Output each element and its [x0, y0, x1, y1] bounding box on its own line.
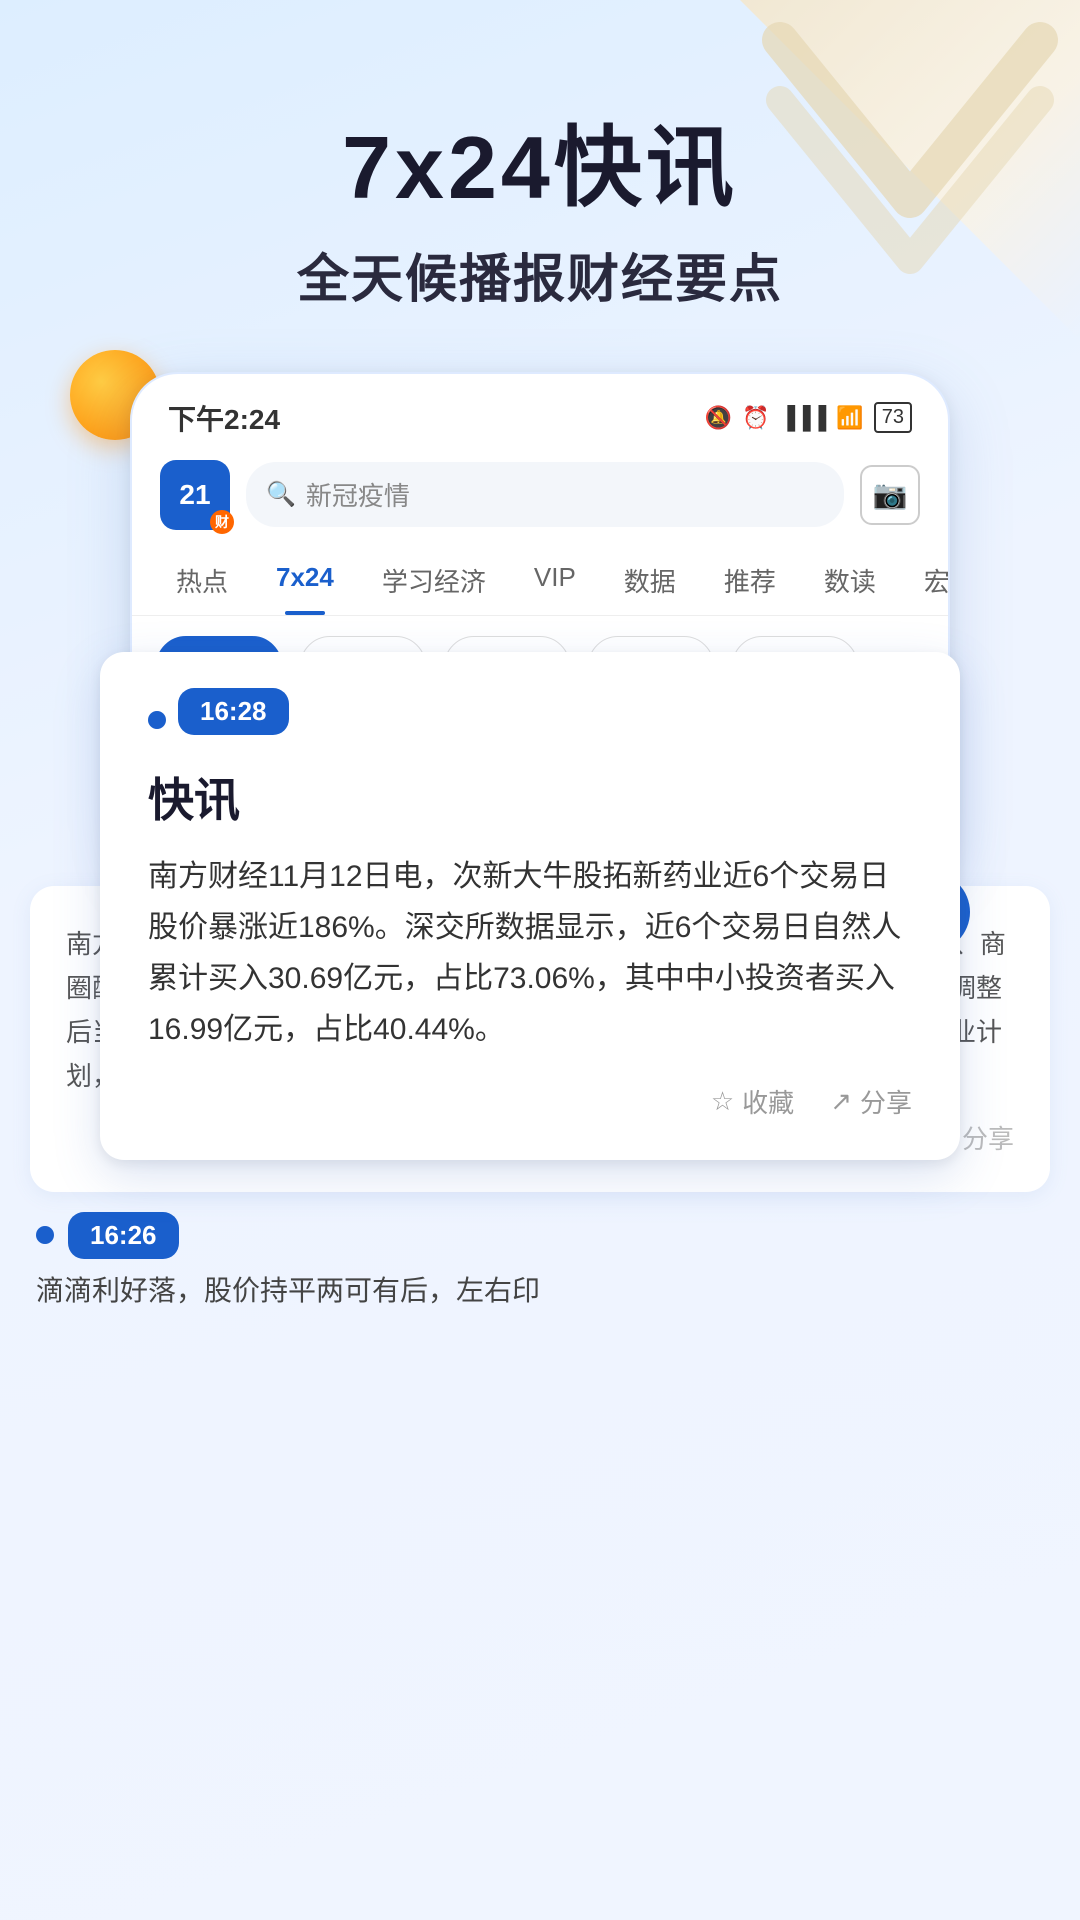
news-card: 16:28 快讯 南方财经11月12日电，次新大牛股拓新药业近6个交易日股价暴涨…: [100, 652, 960, 1160]
third-dot: [36, 1226, 54, 1244]
hero-section: 7x24快讯 全天候播报财经要点: [0, 0, 1080, 312]
signal-icon: ▐▐▐: [780, 405, 827, 431]
tab-hot[interactable]: 热点: [152, 546, 252, 615]
search-bar[interactable]: 🔍 新冠疫情: [246, 462, 844, 527]
star-icon: ☆: [711, 1086, 734, 1117]
app-logo[interactable]: 21 财: [160, 460, 230, 530]
news-time-badge: 16:28: [178, 688, 289, 735]
app-header: 21 财 🔍 新冠疫情 📷: [132, 450, 948, 546]
battery-icon: 73: [874, 402, 912, 433]
news-actions: ☆ 收藏 ↗ 分享: [148, 1083, 912, 1120]
wifi-icon: 📶: [836, 405, 863, 431]
tab-vip[interactable]: VIP: [510, 546, 600, 615]
tab-7x24[interactable]: 7x24: [252, 546, 358, 615]
share-button[interactable]: ↗ 分享: [830, 1083, 912, 1120]
tab-macro[interactable]: 宏≡: [900, 546, 948, 615]
collect-button[interactable]: ☆ 收藏: [711, 1083, 794, 1120]
tab-data[interactable]: 数据: [600, 546, 700, 615]
share-icon: ↗: [830, 1086, 852, 1117]
news-body: 南方财经11月12日电，次新大牛股拓新药业近6个交易日股价暴涨近186%。深交所…: [148, 851, 912, 1055]
camera-button[interactable]: 📷: [860, 465, 920, 525]
tab-read[interactable]: 数读: [800, 546, 900, 615]
status-icons: 🔕 ⏰ ▐▐▐ 📶 73: [705, 402, 912, 433]
news-category: 快讯: [148, 771, 912, 831]
news-dot: [148, 711, 166, 729]
tab-learn-econ[interactable]: 学习经济: [358, 546, 510, 615]
third-article-header: 16:26: [0, 1192, 1080, 1269]
third-article-preview: 滴滴利好落，股价持平两可有后，左右印: [0, 1269, 1080, 1344]
share-label: 分享: [860, 1083, 912, 1120]
alarm-icon: ⏰: [742, 405, 769, 431]
hero-title: 7x24快讯: [0, 120, 1080, 217]
status-time: 下午2:24: [168, 398, 280, 438]
third-article-time: 16:26: [68, 1212, 179, 1259]
battery-level: 73: [882, 406, 904, 429]
search-icon: 🔍: [266, 480, 296, 509]
phone-mockup-container: 下午2:24 🔕 ⏰ ▐▐▐ 📶 73 21 财 🔍 新冠疫情 📷: [130, 372, 950, 866]
second-share-label: 分享: [962, 1119, 1014, 1156]
logo-number: 21: [179, 479, 210, 511]
nav-tabs: 热点 7x24 学习经济 VIP 数据 推荐 数读 宏≡: [132, 546, 948, 616]
status-bar: 下午2:24 🔕 ⏰ ▐▐▐ 📶 73: [132, 374, 948, 450]
collect-label: 收藏: [742, 1083, 794, 1120]
notification-icon: 🔕: [705, 405, 732, 431]
logo-badge: 财: [210, 510, 234, 534]
hero-subtitle: 全天候播报财经要点: [0, 237, 1080, 312]
tab-recommend[interactable]: 推荐: [700, 546, 800, 615]
search-placeholder: 新冠疫情: [306, 476, 410, 513]
